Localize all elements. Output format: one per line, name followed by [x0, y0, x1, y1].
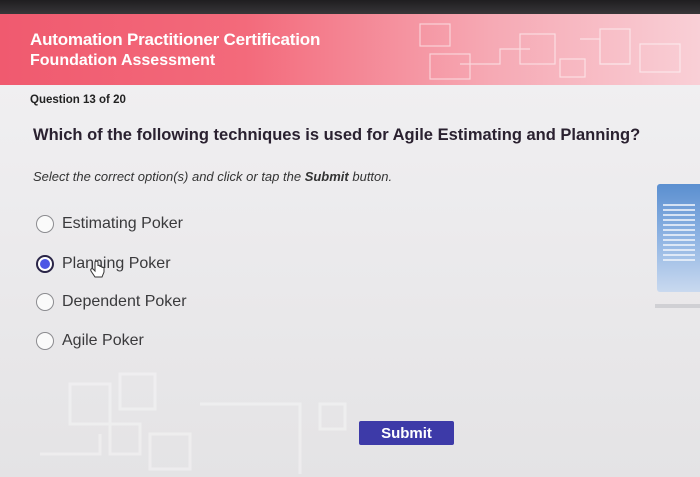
question-text: Which of the following techniques is use… — [33, 126, 641, 144]
instruction-submit-word: Submit — [304, 169, 349, 184]
option-agile-poker[interactable]: Agile Poker — [36, 329, 144, 353]
page-title: Automation Practitioner Certification — [30, 30, 321, 49]
option-dependent-poker[interactable]: Dependent Poker — [36, 290, 187, 314]
instruction-text: Select the correct option(s) and click o… — [33, 169, 392, 184]
side-divider — [655, 304, 700, 308]
radio-filled-icon[interactable] — [36, 255, 54, 273]
radio-empty-icon[interactable] — [36, 332, 54, 350]
option-label: Planning Poker — [62, 255, 171, 272]
option-label: Dependent Poker — [62, 293, 187, 310]
option-label: Agile Poker — [62, 332, 144, 349]
page-subtitle: Foundation Assessment — [30, 52, 216, 69]
assessment-header: Automation Practitioner Certification Fo… — [0, 14, 700, 85]
option-label: Estimating Poker — [62, 215, 183, 232]
assessment-screen: Automation Practitioner Certification Fo… — [0, 14, 700, 477]
submit-button[interactable]: Submit — [359, 421, 454, 445]
radio-empty-icon[interactable] — [36, 215, 54, 233]
thumbnail-lines — [663, 204, 695, 264]
side-panel-thumbnail[interactable] — [657, 184, 700, 292]
question-counter: Question 13 of 20 — [30, 94, 126, 106]
header-decoration — [419, 23, 681, 80]
instruction-suffix: button. — [348, 169, 393, 184]
hand-pointer-icon — [90, 260, 105, 278]
option-estimating-poker[interactable]: Estimating Poker — [36, 212, 183, 236]
background-decoration — [40, 372, 347, 474]
radio-empty-icon[interactable] — [36, 293, 54, 311]
top-bezel — [0, 0, 700, 15]
instruction-prefix: Select the correct option(s) and click o… — [33, 169, 305, 184]
